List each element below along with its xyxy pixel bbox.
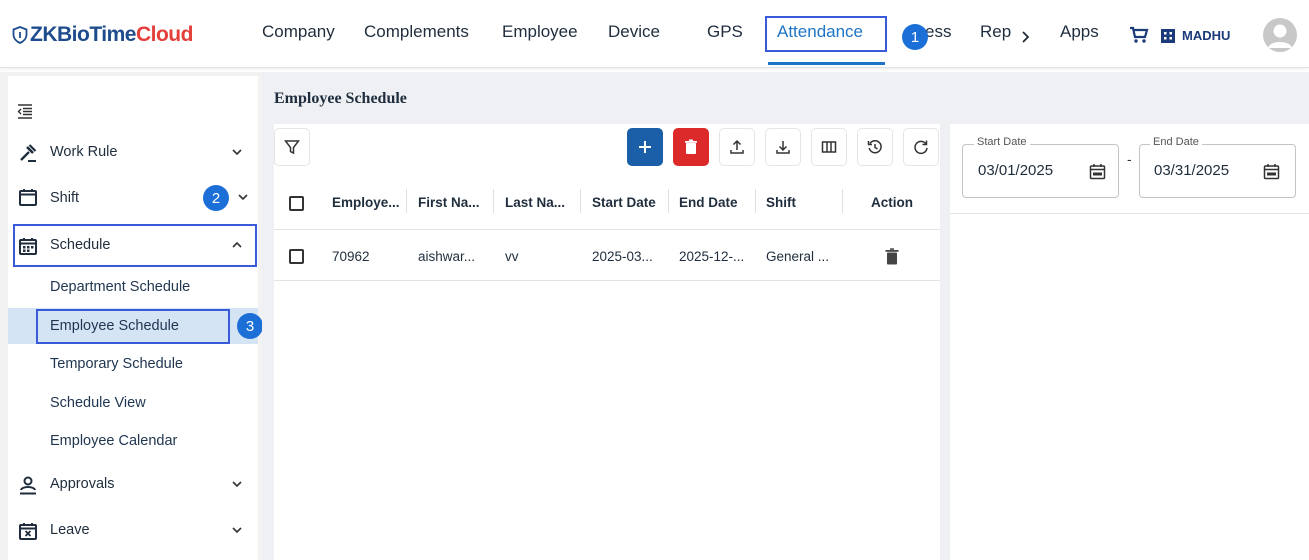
sidebar-collapse-icon[interactable] — [17, 103, 33, 119]
user-approve-icon — [20, 476, 36, 495]
add-schedule-button[interactable] — [627, 128, 663, 166]
column-separator — [755, 189, 756, 213]
logo-text-primary: ZKBioTime — [30, 23, 136, 46]
nav-access[interactable]: ess — [925, 22, 951, 50]
chevron-up-icon — [232, 241, 242, 248]
column-header-end-date[interactable]: End Date — [679, 195, 738, 210]
nav-complements[interactable]: Complements — [364, 22, 469, 50]
delete-button[interactable] — [673, 128, 709, 166]
step-badge-1: 1 — [902, 24, 928, 50]
calendar-x-icon — [19, 523, 37, 540]
sub-item-employee-schedule[interactable]: Employee Schedule — [8, 308, 258, 344]
date-filter-divider — [950, 213, 1309, 214]
trash-icon — [685, 139, 697, 154]
sidebar-item-schedule[interactable]: Schedule — [8, 224, 258, 266]
column-separator — [668, 189, 669, 213]
sidebar-item-work-rule[interactable]: Work Rule — [8, 132, 258, 172]
chevron-down-icon — [232, 149, 242, 156]
nav-employee[interactable]: Employee — [502, 22, 578, 50]
cell-last-name: vv — [505, 249, 519, 264]
cell-end-date: 2025-12-... — [679, 249, 745, 264]
sidebar-item-label: Schedule — [50, 237, 111, 253]
calendar-picker-icon[interactable] — [1089, 163, 1106, 180]
chevron-down-icon — [238, 194, 248, 201]
sidebar-item-label: Shift — [50, 190, 80, 206]
gavel-icon — [20, 144, 37, 162]
calendar-icon — [19, 189, 37, 206]
cart-icon[interactable] — [1129, 26, 1149, 44]
refresh-button[interactable] — [903, 128, 939, 166]
cell-employee-id: 70962 — [332, 249, 370, 264]
sub-item-schedule-view[interactable]: Schedule View — [8, 385, 258, 421]
nav-gps[interactable]: GPS — [707, 22, 743, 50]
user-avatar-icon — [1268, 24, 1292, 48]
download-button[interactable] — [765, 128, 801, 166]
chevron-down-icon — [232, 481, 242, 488]
column-separator — [406, 189, 407, 213]
calendar-grid-icon — [19, 238, 37, 255]
nav-company[interactable]: Company — [262, 22, 335, 50]
column-header-shift[interactable]: Shift — [766, 195, 796, 210]
filter-button[interactable] — [274, 128, 310, 166]
date-range-separator: - — [1127, 151, 1132, 167]
start-date-label: Start Date — [974, 136, 1030, 148]
refresh-icon — [914, 140, 928, 155]
user-avatar[interactable] — [1263, 18, 1297, 52]
end-date-value[interactable]: 03/31/2025 — [1154, 162, 1229, 179]
column-separator — [580, 189, 581, 213]
page-title: Employee Schedule — [274, 90, 407, 107]
step-badge-3: 3 — [237, 313, 263, 339]
row-divider — [274, 280, 940, 281]
company-building-icon[interactable] — [1159, 26, 1177, 44]
chevron-right-icon[interactable] — [1021, 31, 1031, 43]
filter-icon — [284, 140, 300, 155]
column-header-first-name[interactable]: First Na... — [418, 195, 480, 210]
column-header-last-name[interactable]: Last Na... — [505, 195, 565, 210]
column-header-employee[interactable]: Employe... — [332, 195, 400, 210]
columns-button[interactable] — [811, 128, 847, 166]
step-badge-2: 2 — [203, 185, 229, 211]
sidebar-item-leave[interactable]: Leave — [8, 510, 258, 550]
upload-icon — [730, 139, 744, 154]
sub-item-employee-calendar[interactable]: Employee Calendar — [8, 423, 258, 459]
nav-attendance[interactable]: Attendance — [777, 22, 863, 50]
app-logo[interactable]: ZKBioTime Cloud — [12, 22, 193, 48]
shield-icon — [12, 26, 28, 44]
active-nav-underline — [768, 62, 885, 65]
history-button[interactable] — [857, 128, 893, 166]
plus-icon — [639, 141, 651, 153]
sub-item-temporary-schedule[interactable]: Temporary Schedule — [8, 346, 258, 382]
cell-shift: General ... — [766, 249, 830, 264]
upload-button[interactable] — [719, 128, 755, 166]
sub-item-department-schedule[interactable]: Department Schedule — [8, 269, 258, 305]
nav-apps[interactable]: Apps — [1060, 22, 1099, 50]
columns-icon — [821, 141, 837, 153]
column-separator — [493, 189, 494, 213]
calendar-picker-icon[interactable] — [1263, 163, 1280, 180]
column-header-start-date[interactable]: Start Date — [592, 195, 656, 210]
column-separator — [842, 189, 843, 213]
company-name[interactable]: MADHU — [1182, 28, 1230, 56]
end-date-label: End Date — [1150, 136, 1202, 148]
nav-reports[interactable]: Rep — [980, 22, 1011, 50]
select-all-checkbox[interactable] — [289, 196, 304, 211]
sidebar-item-label: Work Rule — [50, 144, 118, 160]
row-delete-icon[interactable] — [885, 248, 899, 265]
chevron-down-icon — [232, 527, 242, 534]
cell-first-name: aishwar... — [418, 249, 476, 264]
sidebar-item-label: Leave — [50, 522, 90, 538]
sidebar-item-label: Approvals — [50, 476, 115, 492]
download-icon — [776, 141, 790, 154]
cell-start-date: 2025-03... — [592, 249, 653, 264]
row-checkbox[interactable] — [289, 249, 304, 264]
nav-device[interactable]: Device — [608, 22, 660, 50]
start-date-value[interactable]: 03/01/2025 — [978, 162, 1053, 179]
column-header-action: Action — [871, 195, 913, 210]
history-icon — [867, 139, 882, 154]
logo-text-accent: Cloud — [135, 23, 193, 46]
sidebar-item-approvals[interactable]: Approvals — [8, 464, 258, 504]
